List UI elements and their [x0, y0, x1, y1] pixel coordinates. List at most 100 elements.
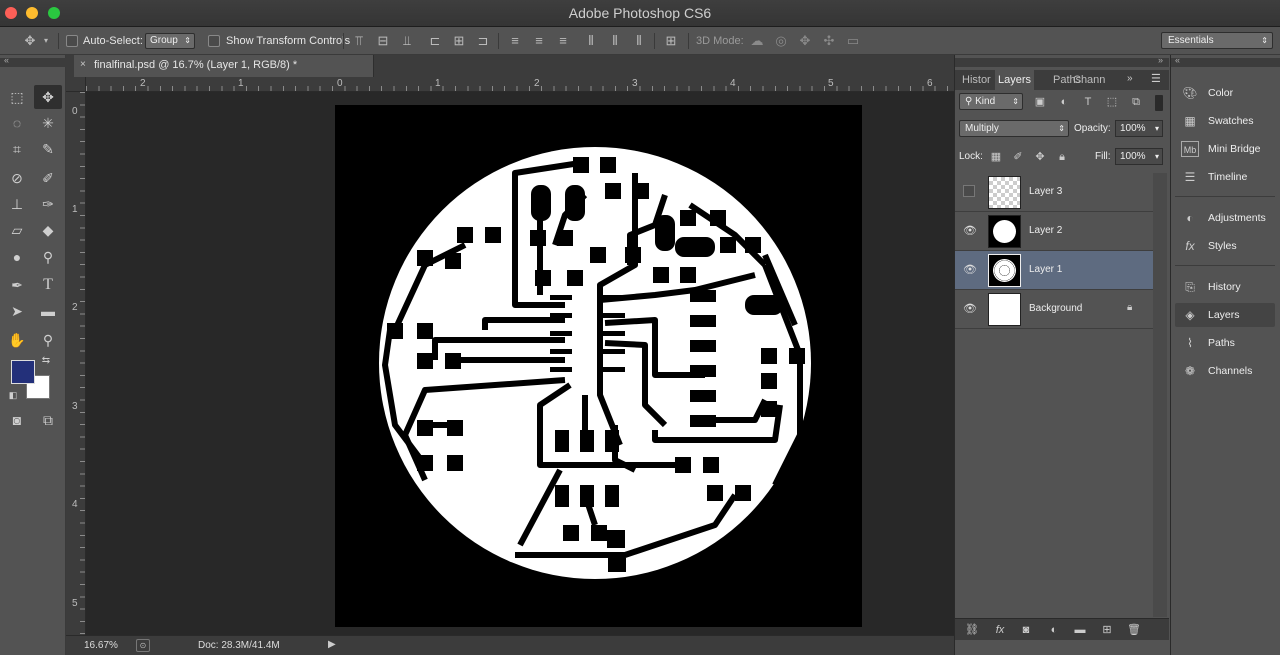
path-selection-tool[interactable]: ➤ [3, 299, 31, 323]
opacity-field[interactable]: 100% ▾ [1115, 120, 1163, 137]
3d-drag-icon[interactable]: ✥ [796, 33, 814, 49]
3d-rotate-icon[interactable]: ☁ [748, 33, 766, 49]
adjustment-layer-icon[interactable]: ◐ [1045, 622, 1063, 638]
close-tab-icon[interactable]: × [80, 59, 86, 70]
ruler-origin[interactable] [66, 77, 86, 92]
eraser-tool[interactable]: ▱ [3, 218, 31, 242]
eye-icon[interactable]: 👁︎ [963, 263, 977, 277]
distribute-vcenter-icon[interactable]: ≡ [530, 33, 548, 49]
new-group-icon[interactable]: ▬ [1071, 622, 1089, 638]
paint-bucket-tool[interactable]: ◆ [34, 218, 62, 242]
lock-all-icon[interactable]: 🔒︎ [1053, 149, 1071, 165]
filter-pixel-icon[interactable]: ▣ [1031, 94, 1049, 110]
hand-tool[interactable]: ✋ [3, 328, 31, 352]
vertical-ruler[interactable]: 0 1 2 3 4 5 [66, 92, 86, 635]
tool-preset-dropdown[interactable]: ▾ [40, 33, 52, 49]
delete-layer-icon[interactable]: 🗑︎ [1125, 622, 1143, 638]
layer-row[interactable]: 👁︎ Background 🔒︎ [955, 290, 1153, 329]
screen-mode-button[interactable]: ⧉ [34, 408, 62, 432]
link-layers-icon[interactable]: ⛓ [963, 622, 981, 638]
marquee-tool[interactable]: ⬚ [3, 85, 31, 109]
clone-stamp-tool[interactable]: ⊥ [3, 192, 31, 216]
distribute-top-icon[interactable]: ≡ [506, 33, 524, 49]
3d-scale-icon[interactable]: ▭ [844, 33, 862, 49]
toolbox-collapse-strip[interactable]: « [0, 55, 66, 67]
dock-item-history[interactable]: ⎘ History [1175, 275, 1275, 299]
eyedropper-tool[interactable]: ✎ [34, 137, 62, 161]
filter-kind-dropdown[interactable]: ⚲ Kind ⇕ [959, 93, 1023, 110]
distribute-hcenter-icon[interactable]: ⫴ [606, 33, 624, 49]
dock-item-color[interactable]: 🎨︎ Color [1175, 81, 1275, 105]
align-bottom-icon[interactable]: ⫫ [398, 33, 416, 49]
document-tab[interactable]: × finalfinal.psd @ 16.7% (Layer 1, RGB/8… [74, 55, 374, 77]
filter-adjustment-icon[interactable]: ◐ [1055, 94, 1073, 110]
quick-mask-button[interactable]: ◙ [3, 408, 31, 432]
layer-row-selected[interactable]: 👁︎ Layer 1 [955, 251, 1153, 290]
dock-collapse-strip[interactable]: « [1171, 55, 1280, 67]
3d-slide-icon[interactable]: ✣ [820, 33, 838, 49]
document-canvas[interactable] [335, 105, 862, 627]
zoom-window-button[interactable] [48, 7, 60, 19]
crop-tool[interactable]: ⌗ [3, 137, 31, 161]
blend-mode-dropdown[interactable]: Multiply ⇕ [959, 120, 1069, 137]
lasso-tool[interactable]: ◌ [3, 111, 31, 135]
layers-scrollbar[interactable] [1153, 173, 1167, 617]
status-menu-arrow-icon[interactable]: ▶ [328, 639, 336, 650]
align-top-icon[interactable]: ⫪ [350, 33, 368, 49]
fill-field[interactable]: 100% ▾ [1115, 148, 1163, 165]
panel-menu-icon[interactable]: ☰ [1151, 72, 1161, 85]
layer-row[interactable]: 👁︎ Layer 2 [955, 212, 1153, 251]
horizontal-ruler[interactable]: 2 1 0 1 2 3 4 5 6 [86, 77, 954, 92]
lock-pixels-icon[interactable]: ✐ [1009, 149, 1027, 165]
blur-tool[interactable]: ● [3, 245, 31, 269]
filter-shape-icon[interactable]: ⬚ [1103, 94, 1121, 110]
layer-name[interactable]: Background [1029, 303, 1082, 314]
layer-style-fx-icon[interactable]: fx [991, 622, 1009, 638]
brush-tool[interactable]: ✐ [34, 166, 62, 190]
move-tool-icon[interactable]: ✥ [18, 33, 42, 49]
distribute-left-icon[interactable]: ⫴ [582, 33, 600, 49]
dock-item-adjustments[interactable]: ◐ Adjustments [1175, 206, 1275, 230]
dock-item-channels[interactable]: ❁ Channels [1175, 359, 1275, 383]
visibility-toggle[interactable] [963, 185, 975, 197]
layer-name[interactable]: Layer 2 [1029, 225, 1062, 236]
dock-item-paths[interactable]: ⌇ Paths [1175, 331, 1275, 355]
type-tool[interactable]: T [34, 273, 62, 297]
dock-item-swatches[interactable]: ▦ Swatches [1175, 109, 1275, 133]
dodge-tool[interactable]: ⚲ [34, 245, 62, 269]
lock-position-icon[interactable]: ✥ [1031, 149, 1049, 165]
layer-row[interactable]: Layer 3 [955, 173, 1153, 212]
distribute-right-icon[interactable]: ⫴ [630, 33, 648, 49]
dock-item-layers[interactable]: ◈ Layers [1175, 303, 1275, 327]
eye-icon[interactable]: 👁︎ [963, 302, 977, 316]
tab-history[interactable]: Histor [959, 70, 994, 90]
eye-icon[interactable]: 👁︎ [963, 224, 977, 238]
tab-channels[interactable]: Chann [1070, 70, 1108, 90]
canvas-area[interactable] [87, 93, 954, 635]
magic-wand-tool[interactable]: ✳ [34, 111, 62, 135]
minimize-window-button[interactable] [26, 7, 38, 19]
move-tool[interactable]: ✥ [34, 85, 62, 109]
panel-collapse-strip[interactable]: » [955, 55, 1169, 67]
auto-select-dropdown[interactable]: Group ⇕ [145, 33, 195, 49]
dock-item-styles[interactable]: fx Styles [1175, 234, 1275, 258]
distribute-bottom-icon[interactable]: ≡ [554, 33, 572, 49]
align-left-icon[interactable]: ⊏ [426, 33, 444, 49]
show-transform-checkbox[interactable] [208, 35, 220, 47]
healing-brush-tool[interactable]: ⊘ [3, 166, 31, 190]
filter-smart-object-icon[interactable]: ⧉ [1127, 94, 1145, 110]
new-layer-icon[interactable]: ⊞ [1098, 622, 1116, 638]
dock-item-timeline[interactable]: ☰ Timeline [1175, 165, 1275, 189]
align-vcenter-icon[interactable]: ⊟ [374, 33, 392, 49]
default-colors-button[interactable]: ◧ [6, 388, 20, 402]
auto-align-icon[interactable]: ⊞ [662, 33, 680, 49]
dock-item-mini-bridge[interactable]: Mb Mini Bridge [1175, 137, 1275, 161]
workspace-dropdown[interactable]: Essentials ⇕ [1161, 32, 1273, 49]
status-info-icon[interactable]: ⊙ [136, 639, 150, 652]
panel-more-tabs-icon[interactable]: » [1127, 73, 1133, 84]
swap-colors-button[interactable]: ⇆ [38, 354, 54, 368]
add-mask-icon[interactable]: ◙ [1017, 622, 1035, 638]
auto-select-checkbox[interactable] [66, 35, 78, 47]
zoom-level[interactable]: 16.67% [84, 640, 118, 651]
layer-name[interactable]: Layer 1 [1029, 264, 1062, 275]
